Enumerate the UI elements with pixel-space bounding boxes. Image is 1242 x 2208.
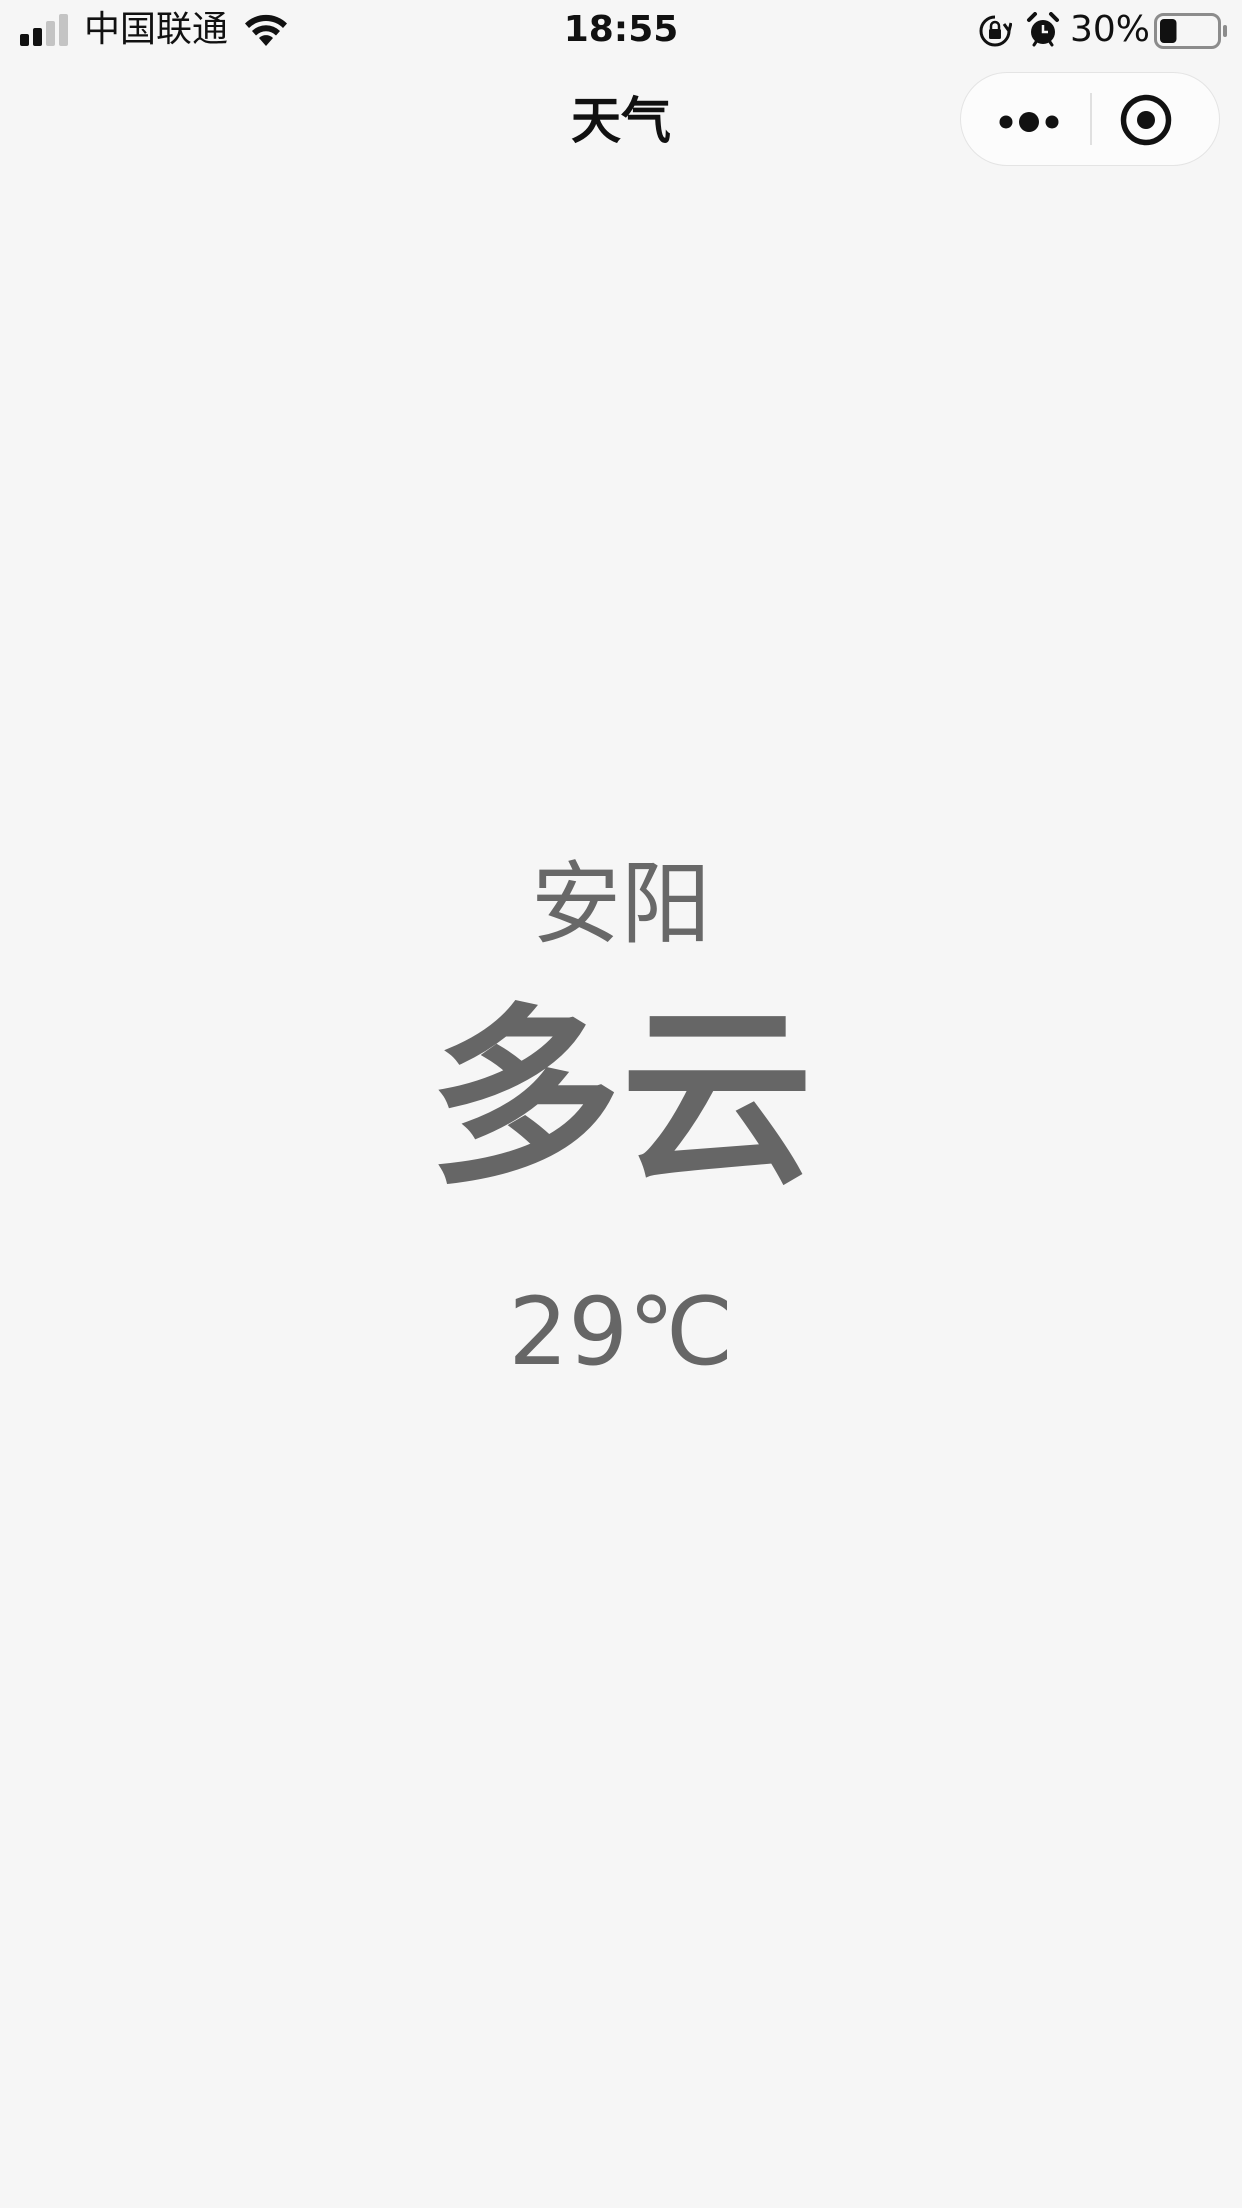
alarm-clock-icon [1027,12,1059,47]
weather-screen: 中国联通 18:55 30% 天气 安阳 多云 29℃ [0,0,1242,2208]
capsule-divider [1090,93,1092,145]
mini-program-capsule [960,72,1220,166]
rotation-lock-icon [979,15,1012,47]
status-bar: 中国联通 18:55 30% [0,0,1242,62]
more-dots-icon [999,112,1059,132]
city-name: 安阳 [531,852,711,957]
temperature: 29℃ [508,1278,734,1387]
battery-icon [1154,13,1227,49]
weather-condition: 多云 [429,988,813,1211]
close-button[interactable] [1093,73,1219,165]
more-button[interactable] [961,73,1089,165]
battery-percent: 30% [1070,9,1151,50]
target-circle-icon [1120,94,1172,146]
